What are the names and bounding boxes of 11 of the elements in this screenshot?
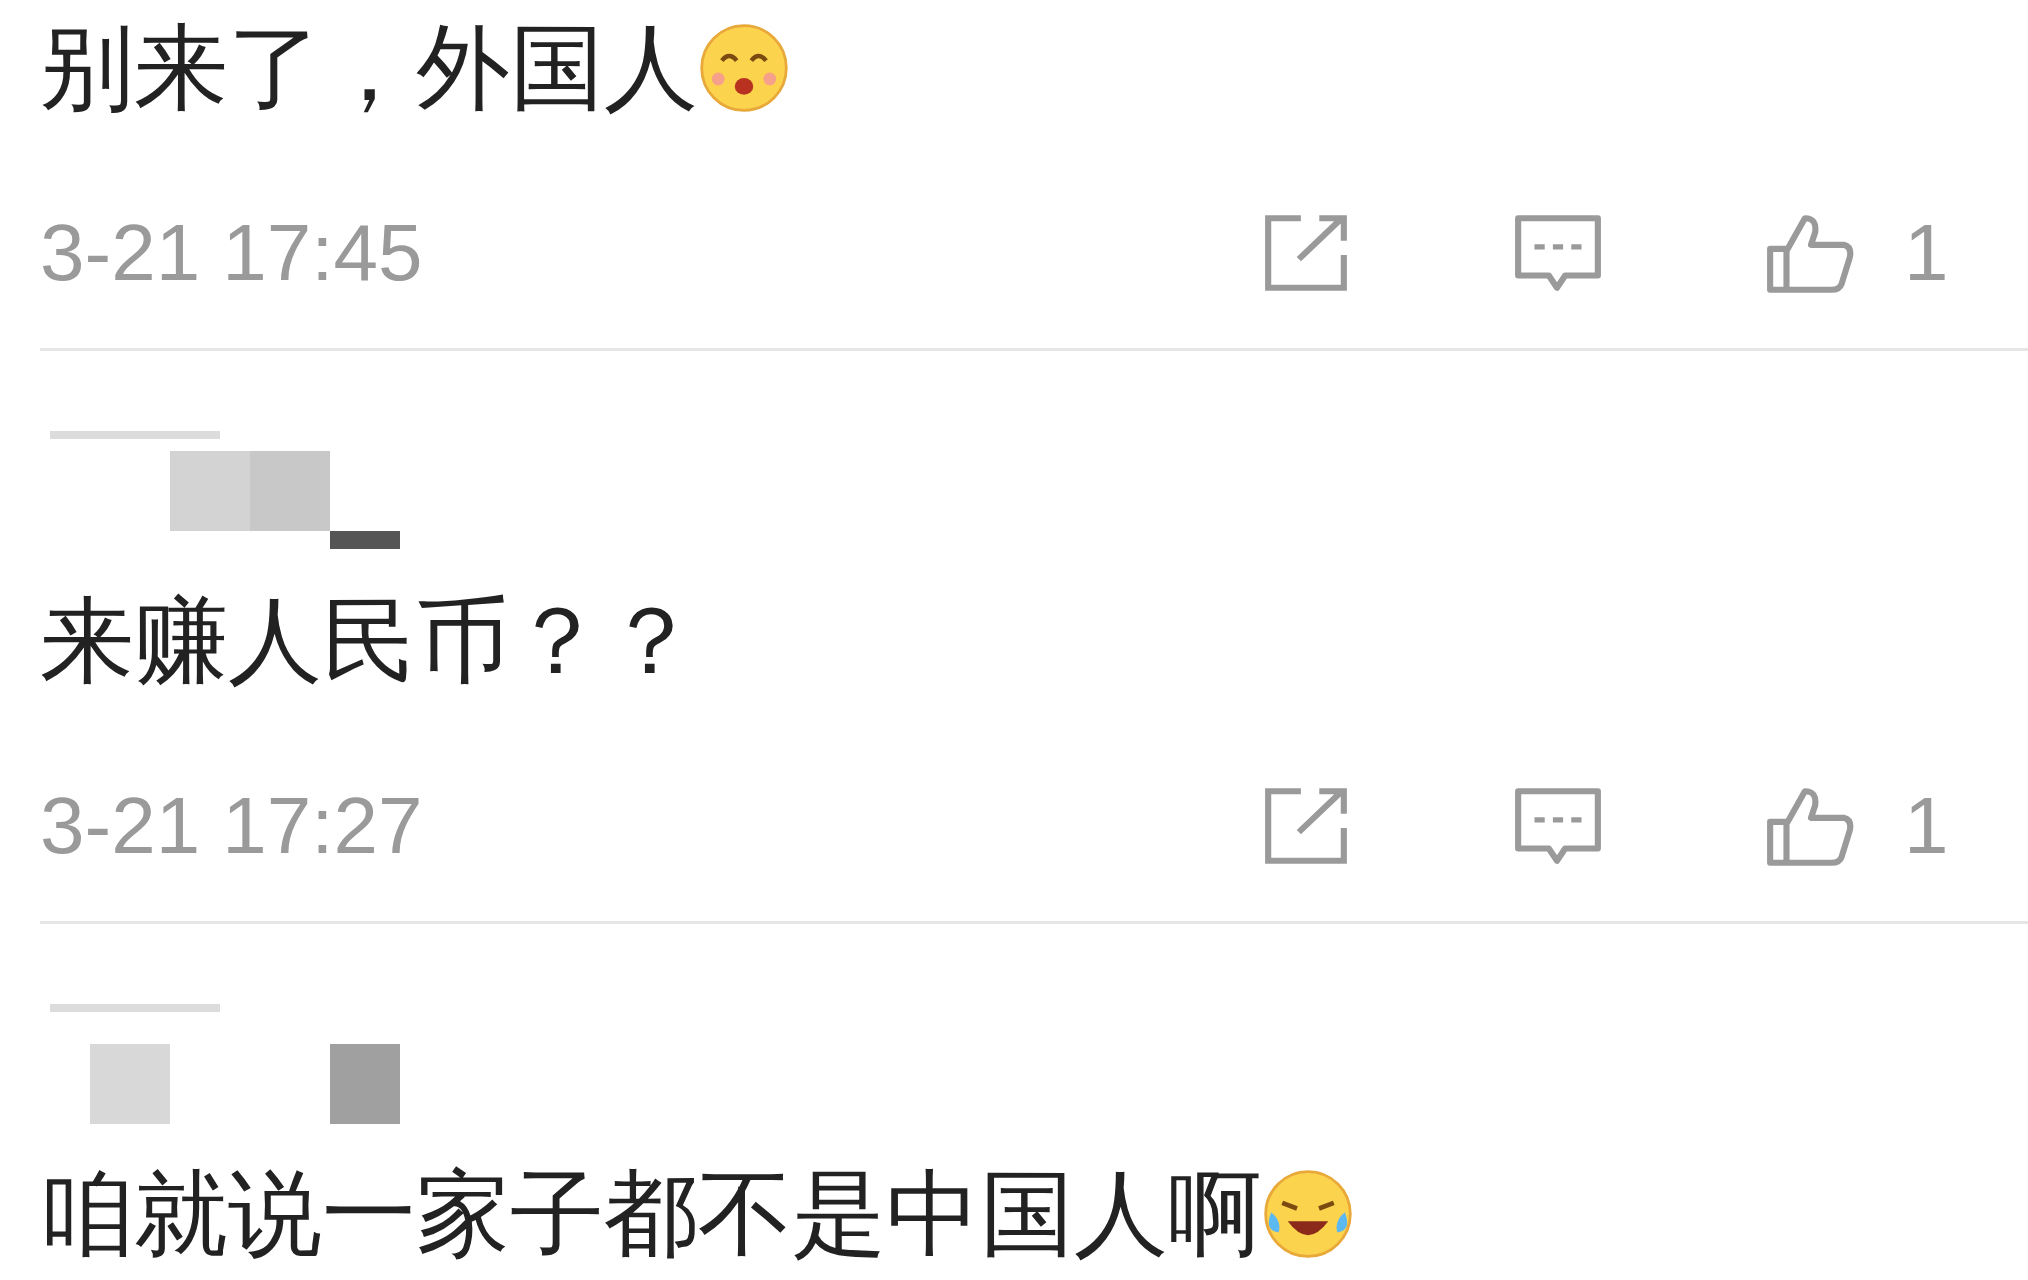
comment-text: 来赚人民币？？ [40,594,698,688]
timestamp: 3-21 17:27 [40,780,424,872]
comment-text: 咱就说一家子都不是中国人啊 [40,1167,1262,1261]
timestamp: 3-21 17:45 [40,207,424,299]
like-count: 1 [1904,780,1949,872]
comment-icon[interactable] [1512,785,1604,867]
like-count: 1 [1904,207,1949,299]
comment-text: 别来了，外国人 [40,21,698,115]
thumbs-up-icon[interactable] [1764,785,1856,867]
thumbs-up-icon[interactable] [1764,212,1856,294]
comment-icon[interactable] [1512,212,1604,294]
